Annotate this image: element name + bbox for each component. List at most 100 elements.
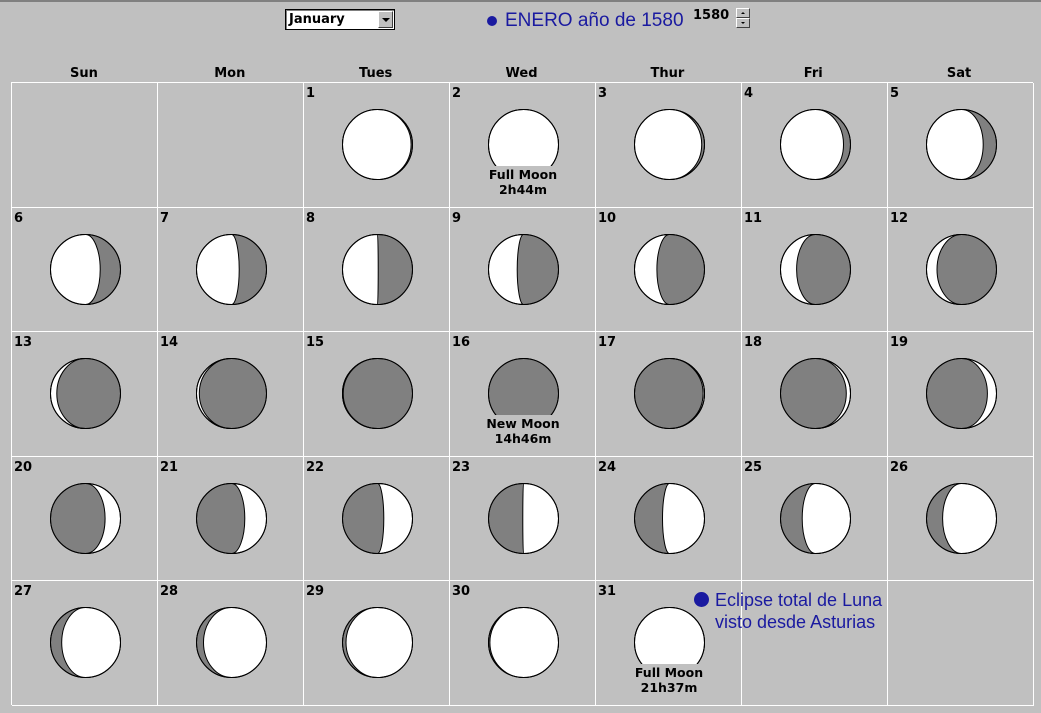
moon-phase-icon [634, 358, 705, 430]
day-number: 20 [14, 459, 33, 475]
calendar-day-cell[interactable]: 9 [450, 207, 596, 333]
day-number: 8 [306, 210, 316, 226]
calendar-day-cell[interactable]: 26 [888, 456, 1034, 582]
calendar-day-cell[interactable]: 23 [450, 456, 596, 582]
day-number: 17 [598, 335, 617, 351]
moon-phase [195, 233, 268, 306]
day-number: 28 [160, 584, 179, 600]
calendar-day-cell[interactable]: 20 [12, 456, 158, 582]
calendar-day-cell[interactable]: 29 [304, 581, 450, 706]
weekday-header: Thur [650, 66, 685, 81]
calendar-day-cell[interactable]: 28 [158, 581, 304, 706]
weekday-header-row: Sun Mon Tues Wed Thur Fri Sat [11, 66, 1032, 82]
moon-phase [49, 606, 122, 679]
day-number: 10 [598, 210, 617, 226]
year-value: 1580 [693, 8, 730, 23]
day-number: 3 [598, 86, 608, 101]
day-number: 2 [452, 86, 462, 101]
day-number: 16 [452, 335, 471, 351]
calendar-day-cell[interactable]: 27 [12, 581, 158, 706]
bullet-icon [694, 592, 709, 607]
moon-phase [487, 482, 560, 555]
moon-phase [487, 606, 560, 679]
day-number: 9 [452, 210, 462, 226]
moon-phase-icon [196, 482, 267, 554]
moon-phase-icon [196, 607, 267, 679]
moon-phase-icon [50, 233, 121, 305]
moon-phase [49, 482, 122, 555]
moon-phase-icon [50, 607, 121, 679]
calendar-day-cell[interactable]: 7 [158, 207, 304, 333]
calendar-day-cell[interactable]: 5 [888, 83, 1034, 208]
calendar-day-cell[interactable]: 18 [742, 332, 888, 457]
calendar-day-cell[interactable]: 11 [742, 207, 888, 333]
calendar-day-cell[interactable]: 16 New Moon 14h46m [450, 332, 596, 457]
calendar-day-cell[interactable]: 25 [742, 456, 888, 582]
moon-phase [925, 482, 998, 555]
day-number: 13 [14, 335, 33, 351]
spin-up-icon[interactable] [736, 8, 750, 18]
year-spinner[interactable] [736, 8, 750, 29]
day-number: 18 [744, 335, 763, 351]
calendar-day-cell[interactable]: 4 [742, 83, 888, 208]
moon-phase [195, 357, 268, 430]
moon-phase [925, 233, 998, 306]
moon-phase-icon [926, 358, 997, 430]
calendar-day-cell[interactable]: 17 [596, 332, 742, 457]
moon-phase [341, 108, 414, 181]
calendar-day-cell[interactable]: 3 [596, 83, 742, 208]
moon-phase-icon [342, 108, 413, 181]
day-number: 12 [890, 210, 909, 226]
day-number: 31 [598, 584, 617, 600]
day-number: 26 [890, 459, 909, 475]
day-number: 5 [890, 86, 900, 101]
month-select-value: January [289, 12, 345, 27]
calendar-day-cell[interactable]: 10 [596, 207, 742, 333]
moon-phase [925, 357, 998, 430]
day-number: 7 [160, 210, 170, 226]
chevron-down-icon[interactable] [378, 11, 393, 28]
moon-phase [341, 606, 414, 679]
calendar-day-cell[interactable]: 13 [12, 332, 158, 457]
calendar-day-cell[interactable]: 30 [450, 581, 596, 706]
calendar-day-cell[interactable]: 6 [12, 207, 158, 333]
moon-phase [633, 108, 706, 181]
day-number: 25 [744, 459, 763, 475]
eclipse-annotation: Eclipse total de Luna visto desde Asturi… [715, 589, 882, 633]
moon-phase-icon [342, 233, 413, 305]
day-number: 15 [306, 335, 325, 351]
bullet-icon [487, 16, 497, 26]
day-number: 29 [306, 584, 325, 600]
moon-event-name: Full Moon [488, 167, 558, 182]
moon-phase-icon [780, 358, 851, 430]
calendar-day-cell[interactable]: 22 [304, 456, 450, 582]
moon-phase-icon [342, 607, 413, 679]
moon-event-name: Full Moon [634, 665, 704, 681]
spin-down-icon[interactable] [736, 18, 750, 28]
calendar-day-cell[interactable]: 12 [888, 207, 1034, 333]
moon-event-time: 14h46m [494, 431, 552, 447]
moon-phase-icon [342, 358, 413, 430]
calendar-day-cell[interactable]: 15 [304, 332, 450, 457]
calendar-day-cell[interactable]: 8 [304, 207, 450, 333]
moon-phase [341, 357, 414, 430]
calendar-day-cell[interactable]: 21 [158, 456, 304, 582]
calendar-day-cell[interactable]: 24 [596, 456, 742, 582]
moon-phase [341, 233, 414, 306]
moon-event-label: Full Moon 21h37m [596, 665, 742, 695]
moon-phase-icon [50, 358, 121, 430]
weekday-header: Wed [505, 66, 538, 81]
calendar-day-cell[interactable]: 1 [304, 83, 450, 208]
moon-phase-icon [634, 108, 705, 181]
calendar-day-cell[interactable]: 14 [158, 332, 304, 457]
calendar-day-cell[interactable]: 19 [888, 332, 1034, 457]
moon-phase-icon [634, 482, 705, 554]
moon-phase-icon [926, 482, 997, 554]
calendar-day-cell[interactable]: 2 Full Moon 2h44m [450, 83, 596, 208]
moon-event-time: 21h37m [640, 680, 698, 696]
month-select[interactable]: January [285, 9, 395, 30]
day-number: 22 [306, 459, 325, 475]
moon-event-name: New Moon [486, 416, 560, 432]
moon-phase-icon [780, 233, 851, 305]
moon-phase [195, 482, 268, 555]
